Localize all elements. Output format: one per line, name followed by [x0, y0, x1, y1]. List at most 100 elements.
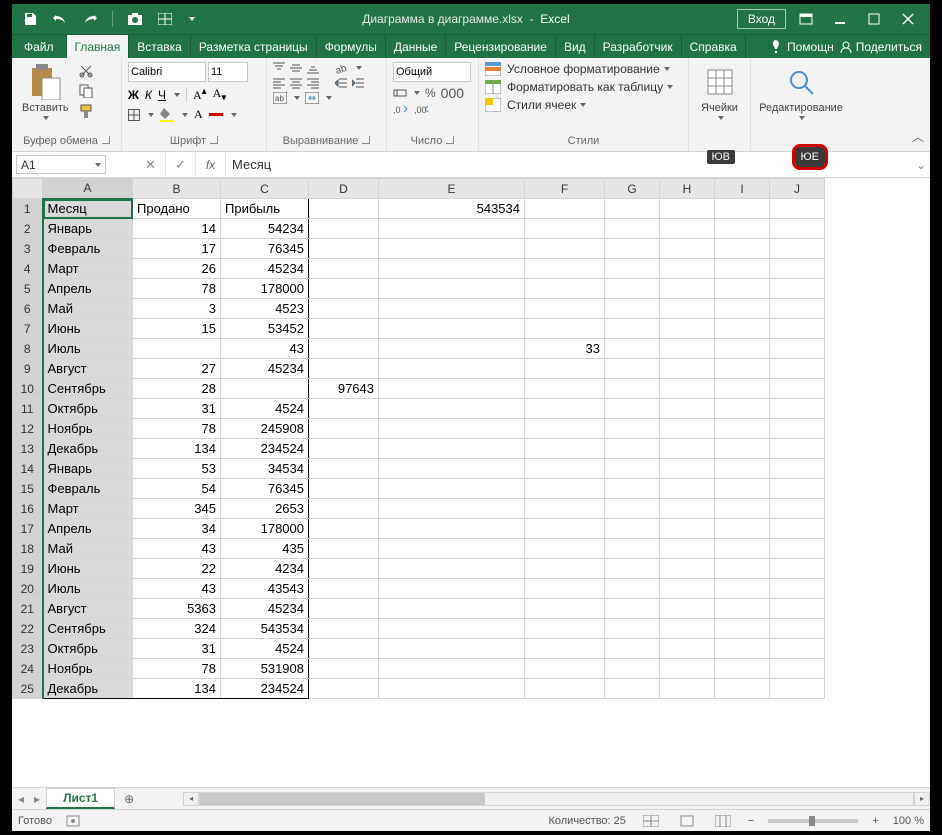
- cell-H13[interactable]: [660, 439, 715, 459]
- cell-J7[interactable]: [770, 319, 825, 339]
- collapse-ribbon-icon[interactable]: ︿: [912, 128, 924, 145]
- col-header-E[interactable]: E: [379, 179, 525, 199]
- col-header-A[interactable]: A: [43, 179, 133, 199]
- cell-E2[interactable]: [379, 219, 525, 239]
- cell-J6[interactable]: [770, 299, 825, 319]
- cell-F14[interactable]: [525, 459, 605, 479]
- cell-F11[interactable]: [525, 399, 605, 419]
- cell-I8[interactable]: [715, 339, 770, 359]
- cell-D16[interactable]: [309, 499, 379, 519]
- cell-D8[interactable]: [309, 339, 379, 359]
- cell-C10[interactable]: [221, 379, 309, 399]
- zoom-in-button[interactable]: +: [872, 815, 878, 827]
- cell-B17[interactable]: 34: [133, 519, 221, 539]
- format-as-table-button[interactable]: Форматировать как таблицу: [485, 80, 673, 94]
- cell-G4[interactable]: [605, 259, 660, 279]
- font-color-icon[interactable]: A: [194, 107, 203, 122]
- zoom-level[interactable]: 100 %: [893, 815, 924, 827]
- cell-A8[interactable]: Июль: [43, 339, 133, 359]
- cell-D2[interactable]: [309, 219, 379, 239]
- cell-I1[interactable]: [715, 199, 770, 219]
- cell-J2[interactable]: [770, 219, 825, 239]
- cell-A11[interactable]: Октябрь: [43, 399, 133, 419]
- cell-B14[interactable]: 53: [133, 459, 221, 479]
- cell-B15[interactable]: 54: [133, 479, 221, 499]
- zoom-slider[interactable]: [768, 819, 858, 823]
- cell-H21[interactable]: [660, 599, 715, 619]
- cell-A19[interactable]: Июнь: [43, 559, 133, 579]
- page-break-preview-icon[interactable]: [157, 11, 173, 27]
- cell-H4[interactable]: [660, 259, 715, 279]
- cell-B7[interactable]: 15: [133, 319, 221, 339]
- format-painter-icon[interactable]: [77, 102, 95, 120]
- cell-I17[interactable]: [715, 519, 770, 539]
- tab-Данные[interactable]: Данные: [386, 35, 446, 58]
- cell-J23[interactable]: [770, 639, 825, 659]
- cell-D10[interactable]: 97643: [309, 379, 379, 399]
- tab-Формулы[interactable]: Формулы: [317, 35, 386, 58]
- number-format-combo[interactable]: [393, 62, 471, 82]
- minimize-button[interactable]: [826, 7, 854, 31]
- cell-E23[interactable]: [379, 639, 525, 659]
- camera-icon[interactable]: [127, 11, 143, 27]
- row-header-18[interactable]: 18: [13, 539, 43, 559]
- borders-icon[interactable]: [128, 109, 140, 121]
- cell-J15[interactable]: [770, 479, 825, 499]
- close-button[interactable]: [894, 7, 922, 31]
- cell-E15[interactable]: [379, 479, 525, 499]
- cell-C5[interactable]: 178000: [221, 279, 309, 299]
- cell-I22[interactable]: [715, 619, 770, 639]
- cell-H6[interactable]: [660, 299, 715, 319]
- row-header-10[interactable]: 10: [13, 379, 43, 399]
- cell-E22[interactable]: [379, 619, 525, 639]
- cell-B8[interactable]: [133, 339, 221, 359]
- wrap-text-icon[interactable]: ab: [273, 92, 287, 104]
- cell-E25[interactable]: [379, 679, 525, 699]
- col-header-G[interactable]: G: [605, 179, 660, 199]
- cell-A6[interactable]: Май: [43, 299, 133, 319]
- cell-B19[interactable]: 22: [133, 559, 221, 579]
- cell-D4[interactable]: [309, 259, 379, 279]
- cell-I7[interactable]: [715, 319, 770, 339]
- row-header-11[interactable]: 11: [13, 399, 43, 419]
- cell-G14[interactable]: [605, 459, 660, 479]
- cell-C16[interactable]: 2653: [221, 499, 309, 519]
- cell-G21[interactable]: [605, 599, 660, 619]
- cell-C7[interactable]: 53452: [221, 319, 309, 339]
- cell-H16[interactable]: [660, 499, 715, 519]
- enter-formula-icon[interactable]: ✓: [166, 152, 196, 177]
- redo-icon[interactable]: [82, 11, 98, 27]
- font-size-combo[interactable]: [208, 62, 248, 82]
- row-header-15[interactable]: 15: [13, 479, 43, 499]
- cell-A2[interactable]: Январь: [43, 219, 133, 239]
- cell-J13[interactable]: [770, 439, 825, 459]
- cell-G1[interactable]: [605, 199, 660, 219]
- cell-E1[interactable]: 543534: [379, 199, 525, 219]
- cell-I16[interactable]: [715, 499, 770, 519]
- cell-F12[interactable]: [525, 419, 605, 439]
- cell-A17[interactable]: Апрель: [43, 519, 133, 539]
- cell-J1[interactable]: [770, 199, 825, 219]
- cell-B12[interactable]: 78: [133, 419, 221, 439]
- cell-E12[interactable]: [379, 419, 525, 439]
- cell-E18[interactable]: [379, 539, 525, 559]
- cell-B5[interactable]: 78: [133, 279, 221, 299]
- cell-B2[interactable]: 14: [133, 219, 221, 239]
- cell-C1[interactable]: Прибыль: [221, 199, 309, 219]
- cell-I12[interactable]: [715, 419, 770, 439]
- cell-F21[interactable]: [525, 599, 605, 619]
- percent-format-icon[interactable]: %: [425, 86, 436, 100]
- cell-A21[interactable]: Август: [43, 599, 133, 619]
- maximize-button[interactable]: [860, 7, 888, 31]
- cell-I20[interactable]: [715, 579, 770, 599]
- row-header-12[interactable]: 12: [13, 419, 43, 439]
- comma-format-icon[interactable]: 000: [441, 85, 464, 101]
- cell-F16[interactable]: [525, 499, 605, 519]
- cell-I19[interactable]: [715, 559, 770, 579]
- decrease-indent-icon[interactable]: [335, 77, 347, 89]
- cell-I10[interactable]: [715, 379, 770, 399]
- cell-E8[interactable]: [379, 339, 525, 359]
- cell-E3[interactable]: [379, 239, 525, 259]
- font-dialog-launcher[interactable]: [210, 136, 218, 144]
- merge-cells-icon[interactable]: [305, 92, 319, 104]
